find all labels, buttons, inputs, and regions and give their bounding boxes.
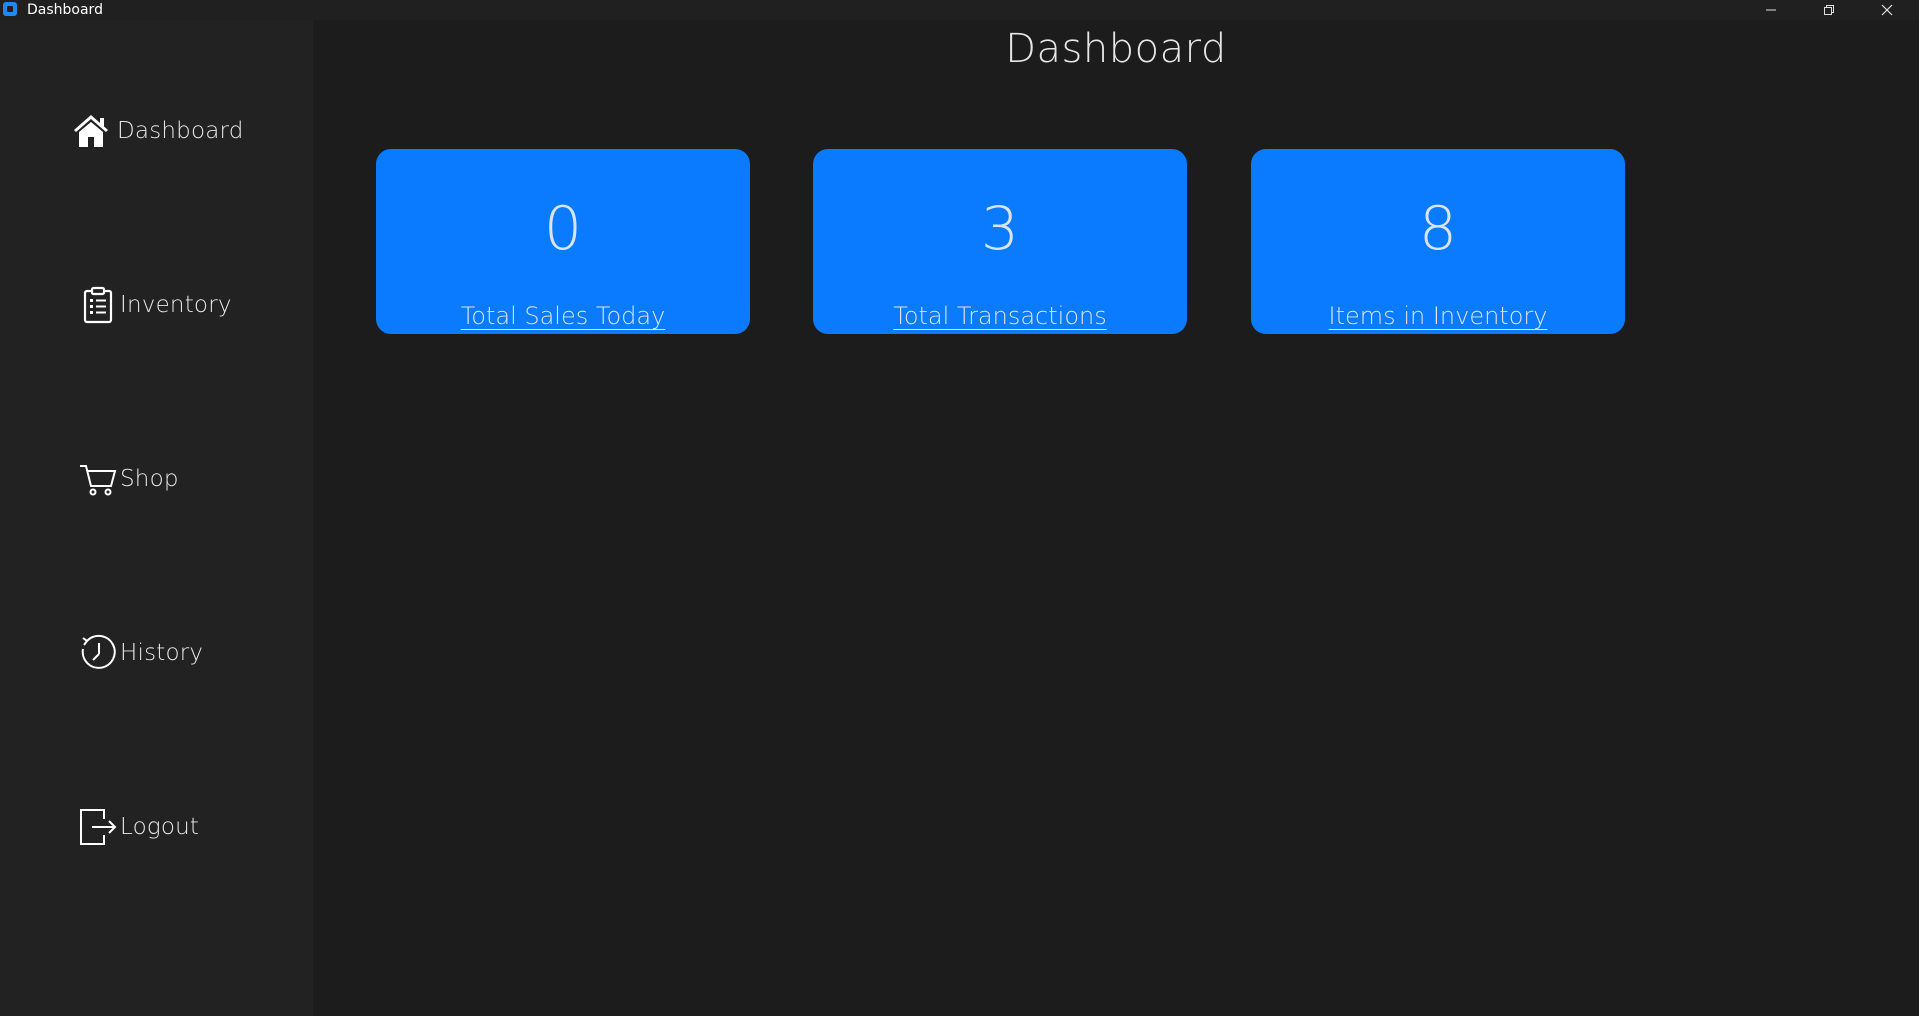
app-window: Dashboard Dashboard Inventory Shop Histo… bbox=[0, 0, 1919, 1016]
sidebar-item-label: History bbox=[120, 640, 204, 666]
sidebar-item-dashboard[interactable]: Dashboard bbox=[71, 109, 244, 153]
main-content: Dashboard 0 Total Sales Today 3 Total Tr… bbox=[313, 20, 1919, 1016]
close-button[interactable] bbox=[1864, 0, 1910, 20]
sidebar-item-label: Dashboard bbox=[117, 118, 244, 144]
total-sales-value: 0 bbox=[543, 194, 583, 264]
minimize-icon bbox=[1766, 9, 1776, 11]
items-in-inventory-label[interactable]: Items in Inventory bbox=[1251, 301, 1625, 331]
title-bar[interactable]: Dashboard bbox=[0, 0, 1919, 20]
restore-icon bbox=[1824, 5, 1834, 15]
items-in-inventory-link[interactable]: Items in Inventory bbox=[1329, 302, 1548, 330]
sidebar-item-label: Logout bbox=[120, 814, 200, 840]
sidebar-item-shop[interactable]: Shop bbox=[78, 457, 179, 501]
total-sales-card[interactable]: 0 Total Sales Today bbox=[376, 149, 750, 334]
total-sales-link[interactable]: Total Sales Today bbox=[461, 302, 666, 330]
items-in-inventory-value: 8 bbox=[1418, 194, 1458, 264]
app-icon bbox=[3, 2, 17, 16]
sidebar-item-label: Inventory bbox=[120, 292, 232, 318]
cart-icon bbox=[78, 459, 118, 499]
logout-icon bbox=[78, 807, 118, 847]
clipboard-icon bbox=[78, 285, 118, 325]
total-transactions-link[interactable]: Total Transactions bbox=[893, 302, 1106, 330]
home-icon bbox=[71, 111, 111, 151]
sidebar: Dashboard Inventory Shop History Logout bbox=[0, 20, 313, 1016]
items-in-inventory-card[interactable]: 8 Items in Inventory bbox=[1251, 149, 1625, 334]
page-title: Dashboard bbox=[1005, 26, 1227, 72]
minimize-button[interactable] bbox=[1748, 0, 1794, 20]
sidebar-item-history[interactable]: History bbox=[78, 631, 203, 675]
restore-button[interactable] bbox=[1806, 0, 1852, 20]
history-icon bbox=[78, 633, 118, 673]
total-transactions-value: 3 bbox=[980, 194, 1020, 264]
sidebar-item-label: Shop bbox=[120, 466, 179, 492]
total-transactions-card[interactable]: 3 Total Transactions bbox=[813, 149, 1187, 334]
close-icon bbox=[1881, 4, 1893, 16]
total-transactions-label[interactable]: Total Transactions bbox=[813, 301, 1187, 331]
sidebar-item-logout[interactable]: Logout bbox=[78, 805, 199, 849]
sidebar-item-inventory[interactable]: Inventory bbox=[78, 283, 232, 327]
window-title: Dashboard bbox=[27, 2, 103, 18]
total-sales-label[interactable]: Total Sales Today bbox=[376, 301, 750, 331]
